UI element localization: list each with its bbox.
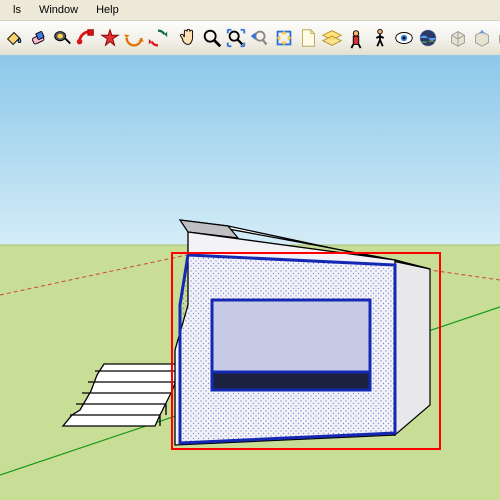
pan-icon[interactable] xyxy=(176,24,200,52)
paint-bucket-icon[interactable] xyxy=(2,24,26,52)
walk-icon[interactable] xyxy=(368,24,392,52)
upload-model-icon[interactable] xyxy=(494,24,500,52)
layers-icon[interactable] xyxy=(320,24,344,52)
new-file-icon[interactable] xyxy=(296,24,320,52)
rotate-icon[interactable] xyxy=(146,24,170,52)
orbit-icon[interactable] xyxy=(122,24,146,52)
menu-item[interactable]: ls xyxy=(4,2,30,18)
zoom-icon[interactable] xyxy=(200,24,224,52)
google-earth-icon[interactable] xyxy=(416,24,440,52)
sky xyxy=(0,55,500,245)
menu-bar: ls Window Help xyxy=(0,0,500,21)
star-plugin-icon[interactable] xyxy=(98,24,122,52)
follow-me-icon[interactable] xyxy=(74,24,98,52)
look-around-icon[interactable] xyxy=(392,24,416,52)
main-toolbar xyxy=(0,21,500,56)
zoom-extents-icon[interactable] xyxy=(224,24,248,52)
next-view-icon[interactable] xyxy=(272,24,296,52)
eraser-icon[interactable] xyxy=(26,24,50,52)
share-model-icon[interactable] xyxy=(470,24,494,52)
menu-item[interactable]: Window xyxy=(30,2,87,18)
previous-view-icon[interactable] xyxy=(248,24,272,52)
get-models-icon[interactable] xyxy=(446,24,470,52)
position-camera-icon[interactable] xyxy=(344,24,368,52)
tape-measure-icon[interactable] xyxy=(50,24,74,52)
menu-item[interactable]: Help xyxy=(87,2,128,18)
modeling-viewport[interactable] xyxy=(0,55,500,500)
